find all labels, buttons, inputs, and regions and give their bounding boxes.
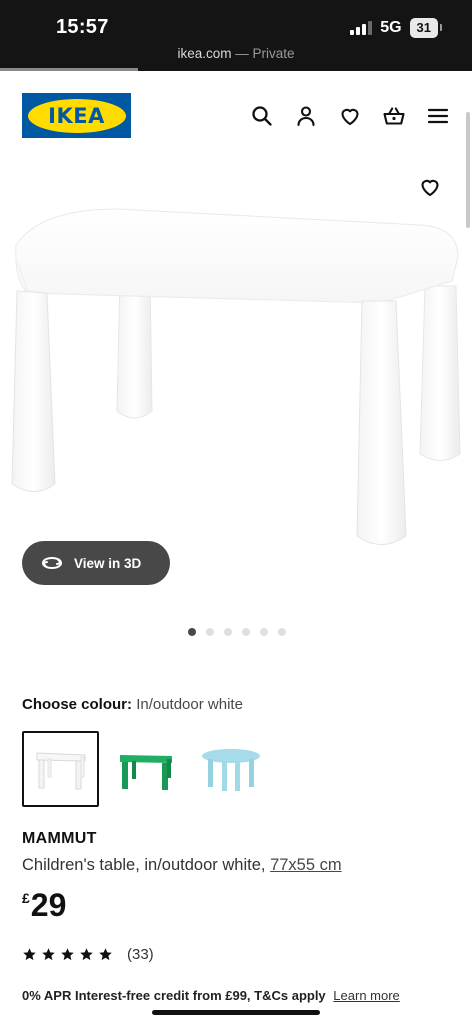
product-image-gallery[interactable]: View in 3D — [0, 161, 472, 621]
site-header: IKEA — [0, 71, 472, 161]
product-name: MAMMUT — [22, 830, 97, 847]
carousel-dot[interactable] — [206, 628, 214, 636]
url-bar[interactable]: ikea.com — Private — [0, 46, 472, 61]
colour-swatches — [22, 731, 269, 807]
rating-count: (33) — [127, 946, 154, 963]
rotate-3d-icon — [42, 557, 62, 569]
save-to-favourites-icon[interactable] — [418, 175, 442, 199]
star-icon — [99, 948, 112, 961]
product-price: £ 29 — [22, 886, 66, 924]
colour-value: In/outdoor white — [136, 696, 243, 713]
carousel-dot[interactable] — [260, 628, 268, 636]
carousel-dot[interactable] — [188, 628, 196, 636]
star-icon — [42, 948, 55, 961]
logo-text: IKEA — [48, 103, 105, 128]
credit-text: 0% APR Interest-free credit from £99, T&… — [22, 988, 326, 1003]
swatch-light-blue[interactable] — [192, 731, 269, 807]
status-bar: 15:57 5G 31 ikea.com — Private — [0, 0, 472, 71]
header-actions — [250, 104, 450, 128]
signal-icon — [350, 21, 373, 35]
menu-icon[interactable] — [426, 104, 450, 128]
status-time: 15:57 — [56, 16, 109, 38]
user-icon[interactable] — [294, 104, 318, 128]
carousel-indicator — [188, 628, 286, 636]
network-type: 5G — [380, 19, 402, 36]
product-description: Children's table, in/outdoor white, 77x5… — [22, 856, 342, 875]
price-amount: 29 — [30, 887, 67, 923]
heart-icon[interactable] — [338, 104, 362, 128]
carousel-dot[interactable] — [242, 628, 250, 636]
green-table-thumbnail — [119, 755, 172, 790]
battery-icon: 31 — [409, 18, 443, 38]
ikea-logo[interactable]: IKEA — [22, 93, 131, 138]
basket-icon[interactable] — [382, 104, 406, 128]
carousel-dot[interactable] — [224, 628, 232, 636]
carousel-dot[interactable] — [278, 628, 286, 636]
swatch-green[interactable] — [107, 731, 184, 807]
home-indicator[interactable] — [152, 1010, 320, 1015]
swatch-white[interactable] — [22, 731, 99, 807]
credit-offer: 0% APR Interest-free credit from £99, T&… — [22, 988, 400, 1003]
product-image — [11, 208, 461, 545]
product-rating[interactable]: (33) — [22, 946, 154, 963]
white-table-thumbnail — [36, 752, 85, 790]
star-icon — [80, 948, 93, 961]
status-indicators: 5G 31 — [350, 18, 443, 38]
learn-more-link[interactable]: Learn more — [333, 988, 399, 1003]
product-type: Children's table, in/outdoor white, — [22, 856, 266, 874]
blue-round-table-thumbnail — [201, 749, 260, 791]
private-mode-label: — Private — [235, 46, 295, 61]
colour-chooser-label: Choose colour: In/outdoor white — [22, 696, 243, 713]
price-currency: £ — [22, 890, 30, 906]
view-in-3d-button[interactable]: View in 3D — [22, 541, 170, 585]
star-icon — [61, 948, 74, 961]
product-size-link[interactable]: 77x55 cm — [270, 856, 342, 874]
star-icon — [23, 948, 36, 961]
colour-label: Choose colour: — [22, 696, 133, 713]
view-in-3d-label: View in 3D — [74, 555, 142, 571]
search-icon[interactable] — [250, 104, 274, 128]
logo-oval: IKEA — [27, 98, 126, 133]
url-domain: ikea.com — [177, 46, 232, 61]
